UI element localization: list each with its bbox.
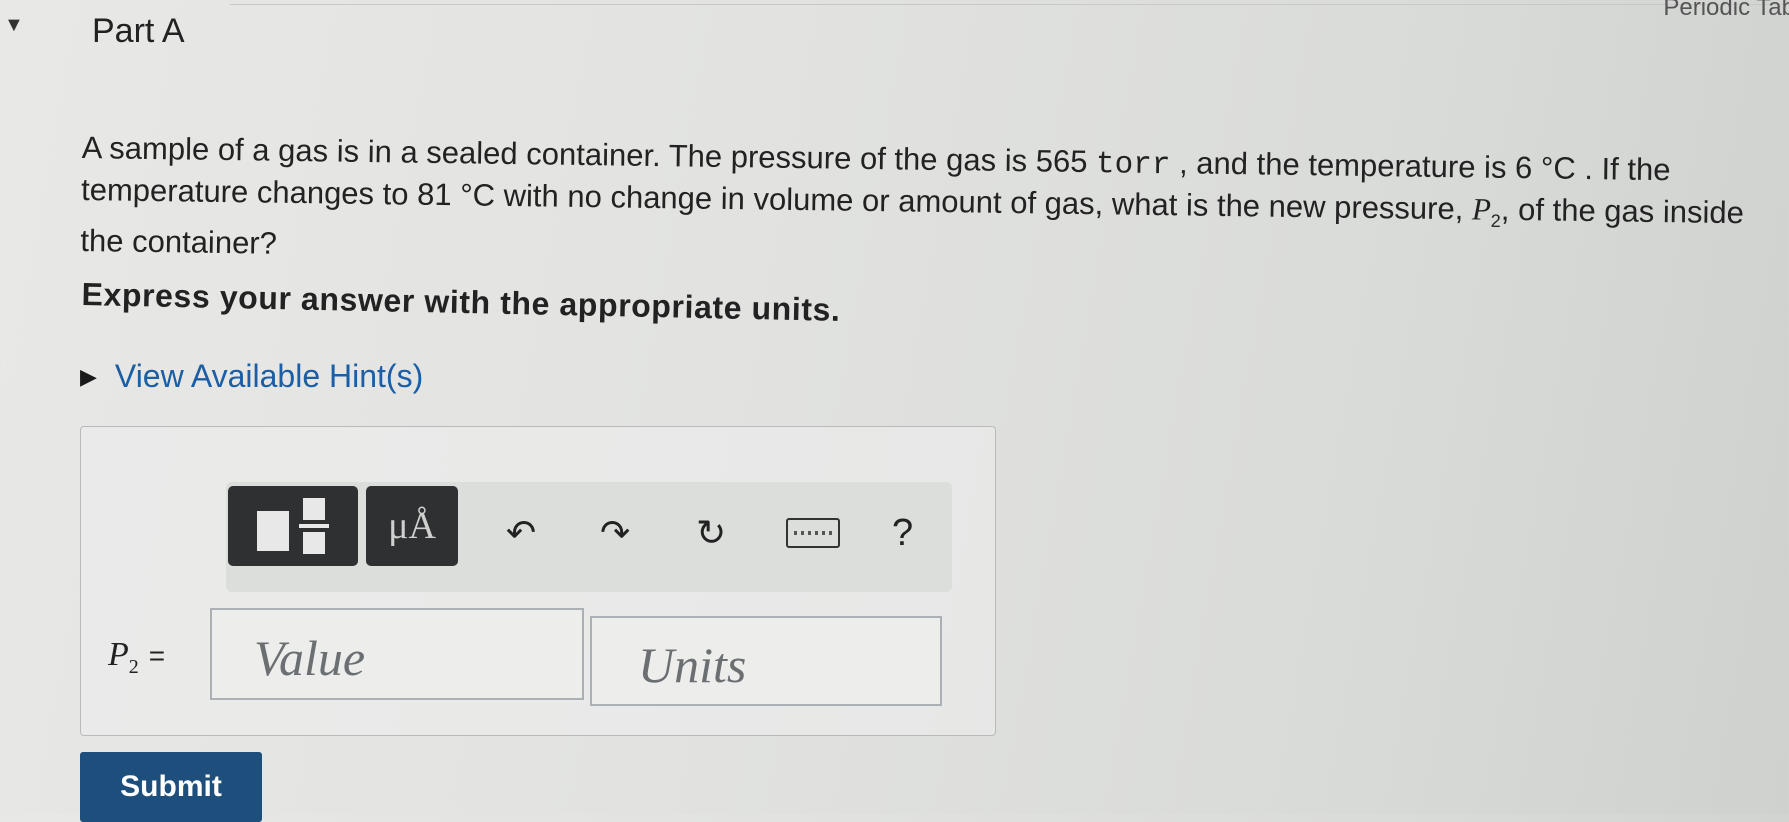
question-line1-mid: , and the temperature is 6 <box>1170 145 1542 186</box>
view-hints-toggle[interactable]: ▶ View Available Hint(s) <box>80 358 423 395</box>
math-toolbar: μÅ ↶ ↷ ↻ ? <box>226 482 952 592</box>
question-line1-pre: A sample of a gas is in a sealed contain… <box>81 129 1097 180</box>
reset-icon[interactable]: ↻ <box>696 512 726 554</box>
answer-variable-label: P2 = <box>108 636 165 679</box>
expand-triangle-icon: ▶ <box>80 363 97 389</box>
periodic-table-link[interactable]: Periodic Tab <box>1663 0 1789 22</box>
undo-icon[interactable]: ↶ <box>506 512 536 554</box>
answer-variable: P <box>108 636 129 673</box>
templates-button[interactable] <box>228 486 358 566</box>
fraction-icon <box>299 498 329 554</box>
keyboard-icon[interactable] <box>786 518 840 548</box>
help-button[interactable]: ? <box>892 512 913 555</box>
unit-celsius-1: °C <box>1540 150 1576 186</box>
instruction-text: Express your answer with the appropriate… <box>81 276 841 328</box>
redo-icon[interactable]: ↷ <box>600 512 630 554</box>
part-title: Part A <box>92 12 185 50</box>
unit-celsius-2: °C <box>460 177 496 213</box>
equals-sign: = <box>148 640 166 671</box>
variable-sub: 2 <box>1490 210 1501 232</box>
variable-p: P <box>1471 191 1492 227</box>
view-hints-label: View Available Hint(s) <box>114 358 424 394</box>
question-line3: the container? <box>80 223 278 261</box>
top-divider <box>230 4 1789 5</box>
submit-button[interactable]: Submit <box>80 752 262 822</box>
unit-torr: torr <box>1095 147 1171 184</box>
answer-variable-sub: 2 <box>128 655 139 678</box>
collapse-caret-icon[interactable]: ▼ <box>4 14 24 37</box>
question-text: A sample of a gas is in a sealed contain… <box>80 128 1782 284</box>
units-input[interactable] <box>590 616 942 706</box>
question-line1-post: . If the <box>1575 150 1671 188</box>
template-box-icon <box>257 511 289 551</box>
value-input[interactable] <box>210 608 584 700</box>
units-button[interactable]: μÅ <box>366 486 458 566</box>
question-line2-pre: temperature changes to 81 <box>80 171 461 213</box>
question-line2-post: with no change in volume or amount of ga… <box>494 177 1473 227</box>
question-line2-end: , of the gas inside <box>1500 191 1745 231</box>
